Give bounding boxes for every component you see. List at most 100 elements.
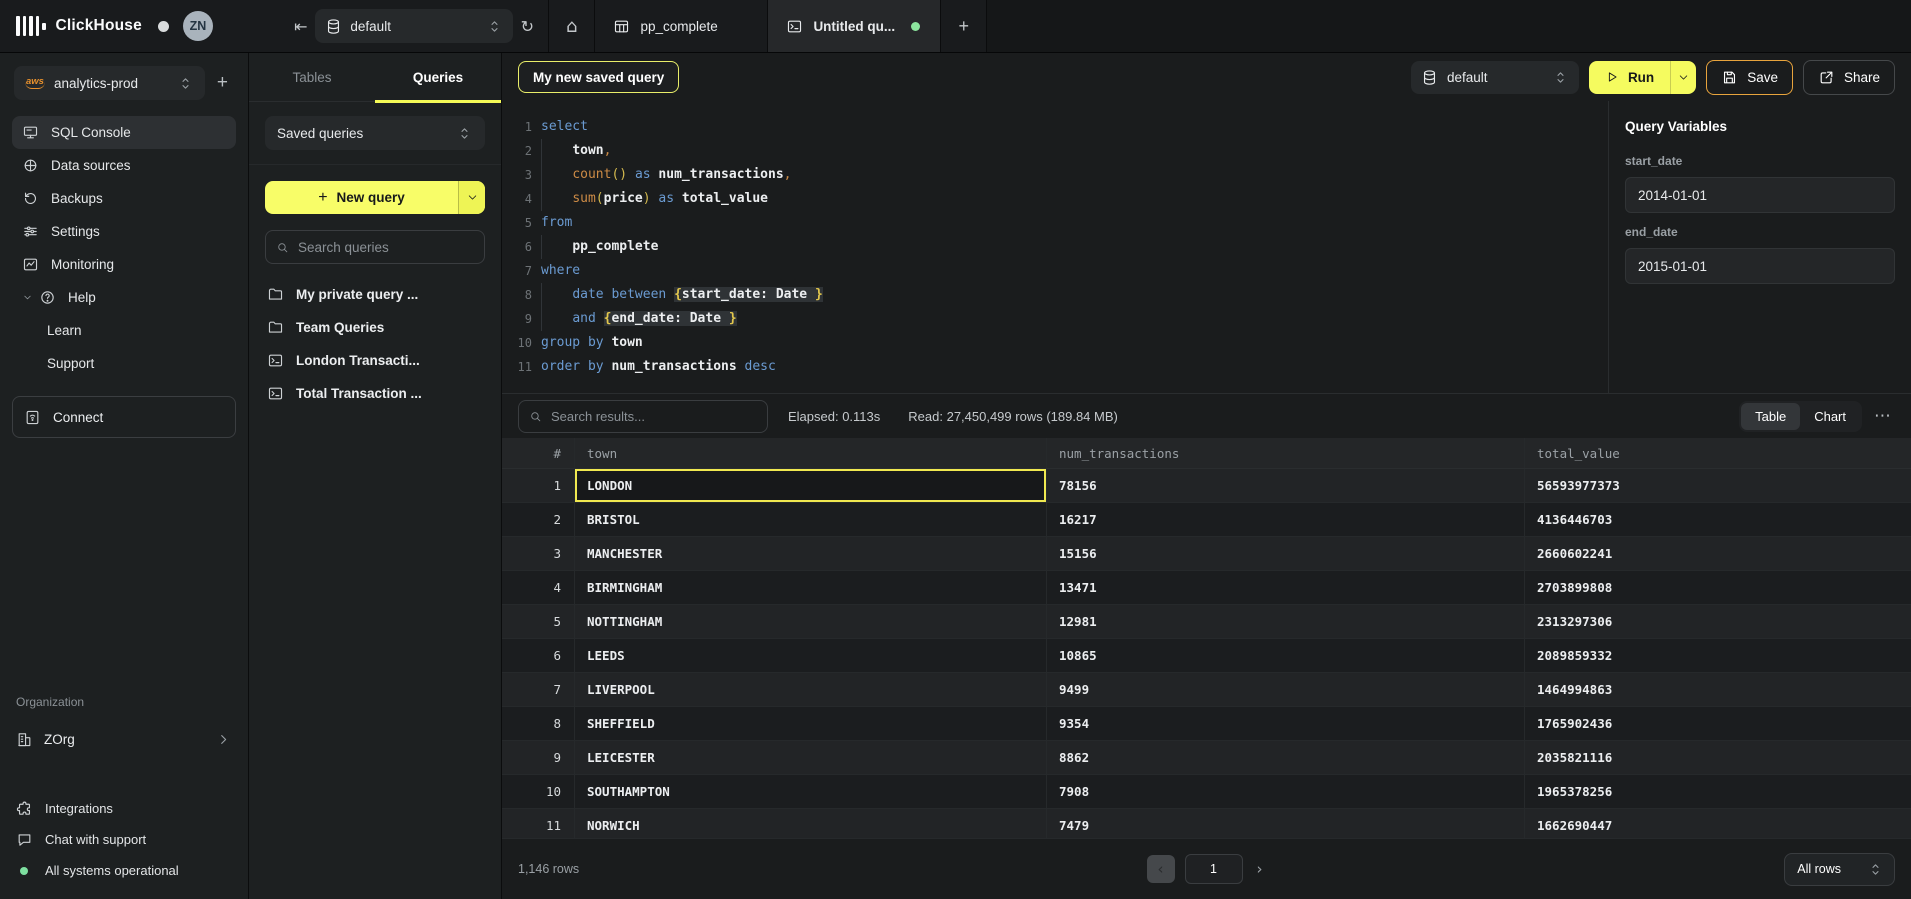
table-cell[interactable]: 8862 xyxy=(1046,741,1524,774)
table-cell[interactable]: LIVERPOOL xyxy=(574,673,1046,706)
sidebar-item-learn[interactable]: Learn xyxy=(12,314,236,347)
table-cell[interactable]: LEICESTER xyxy=(574,741,1046,774)
code-line-10[interactable]: 10group by town xyxy=(502,331,1608,355)
table-cell[interactable]: 9499 xyxy=(1046,673,1524,706)
sidebar-footer-chat-with-support[interactable]: Chat with support xyxy=(16,827,232,852)
row-number[interactable]: 4 xyxy=(502,571,574,604)
table-cell[interactable]: LONDON xyxy=(574,469,1046,502)
previous-page-button[interactable]: ‹ xyxy=(1147,855,1175,883)
tab-queries[interactable]: Queries xyxy=(375,53,501,101)
refresh-icon[interactable]: ↻ xyxy=(515,16,540,37)
sidebar-item-help[interactable]: Help xyxy=(12,281,236,314)
column-header-num-transactions[interactable]: num_transactions xyxy=(1046,438,1524,468)
table-cell[interactable]: 1765902436 xyxy=(1524,707,1911,740)
table-cell[interactable]: 10865 xyxy=(1046,639,1524,672)
row-number[interactable]: 11 xyxy=(502,809,574,838)
table-cell[interactable]: 12981 xyxy=(1046,605,1524,638)
code-line-1[interactable]: 1select xyxy=(502,115,1608,139)
table-cell[interactable]: 15156 xyxy=(1046,537,1524,570)
code-line-11[interactable]: 11order by num_transactions desc xyxy=(502,355,1608,379)
add-service-button[interactable]: + xyxy=(211,72,234,94)
table-cell[interactable]: 16217 xyxy=(1046,503,1524,536)
run-options-caret[interactable] xyxy=(1670,61,1696,94)
column-header-index[interactable]: # xyxy=(502,438,574,468)
run-button[interactable]: Run xyxy=(1589,61,1696,94)
sidebar-footer-all-systems-operational[interactable]: All systems operational xyxy=(16,858,232,883)
table-cell[interactable]: 78156 xyxy=(1046,469,1524,502)
query-list-item-team-queries[interactable]: Team Queries xyxy=(259,311,491,344)
table-cell[interactable]: MANCHESTER xyxy=(574,537,1046,570)
clickhouse-logo-icon[interactable] xyxy=(16,15,46,37)
code-line-6[interactable]: 6 pp_complete xyxy=(502,235,1608,259)
query-list-item-total-transaction[interactable]: Total Transaction ... xyxy=(259,377,491,410)
search-results-box[interactable] xyxy=(518,400,768,433)
row-number[interactable]: 10 xyxy=(502,775,574,808)
user-avatar[interactable]: ZN xyxy=(183,11,213,41)
table-cell[interactable]: 2660602241 xyxy=(1524,537,1911,570)
table-cell[interactable]: 2703899808 xyxy=(1524,571,1911,604)
home-button[interactable]: ⌂ xyxy=(549,0,594,52)
sidebar-item-support[interactable]: Support xyxy=(12,347,236,380)
view-chart-button[interactable]: Chart xyxy=(1800,403,1860,430)
code-line-2[interactable]: 2 town, xyxy=(502,139,1608,163)
sidebar-item-monitoring[interactable]: Monitoring xyxy=(12,248,236,281)
new-query-button[interactable]: + New query xyxy=(265,181,485,214)
query-list-item-my-private-query[interactable]: My private query ... xyxy=(259,278,491,311)
column-header-town[interactable]: town xyxy=(574,438,1046,468)
editor-database-select[interactable]: default xyxy=(1411,61,1579,94)
code-line-7[interactable]: 7where xyxy=(502,259,1608,283)
table-cell[interactable]: 4136446703 xyxy=(1524,503,1911,536)
code-line-9[interactable]: 9 and {end_date: Date } xyxy=(502,307,1608,331)
column-header-total-value[interactable]: total_value xyxy=(1524,438,1911,468)
row-number[interactable]: 9 xyxy=(502,741,574,774)
row-number[interactable]: 7 xyxy=(502,673,574,706)
saved-queries-select[interactable]: Saved queries xyxy=(265,116,485,150)
share-button[interactable]: Share xyxy=(1803,60,1895,95)
table-cell[interactable]: 56593977373 xyxy=(1524,469,1911,502)
code-line-4[interactable]: 4 sum(price) as total_value xyxy=(502,187,1608,211)
table-cell[interactable]: BIRMINGHAM xyxy=(574,571,1046,604)
query-list-item-london-transacti[interactable]: London Transacti... xyxy=(259,344,491,377)
table-cell[interactable]: 2089859332 xyxy=(1524,639,1911,672)
page-size-select[interactable]: All rows xyxy=(1784,853,1895,886)
sidebar-item-data-sources[interactable]: Data sources xyxy=(12,149,236,182)
tab-tables[interactable]: Tables xyxy=(249,53,375,101)
notification-dot[interactable] xyxy=(158,21,169,32)
table-cell[interactable]: 7479 xyxy=(1046,809,1524,838)
table-cell[interactable]: NOTTINGHAM xyxy=(574,605,1046,638)
start-date-field[interactable] xyxy=(1625,177,1895,213)
table-cell[interactable]: BRISTOL xyxy=(574,503,1046,536)
row-number[interactable]: 5 xyxy=(502,605,574,638)
more-options-button[interactable]: ⋯ xyxy=(1870,406,1895,426)
sidebar-item-settings[interactable]: Settings xyxy=(12,215,236,248)
table-cell[interactable]: 2313297306 xyxy=(1524,605,1911,638)
collapse-panel-icon[interactable]: ⇤ xyxy=(288,16,313,37)
row-number[interactable]: 8 xyxy=(502,707,574,740)
tab-untitled-query[interactable]: Untitled qu... xyxy=(767,0,940,52)
organization-switcher[interactable]: ZOrg xyxy=(16,724,232,754)
workspace-select[interactable]: aws analytics-prod xyxy=(14,66,205,100)
new-tab-button[interactable]: + xyxy=(940,0,986,52)
code-line-8[interactable]: 8 date between {start_date: Date } xyxy=(502,283,1608,307)
query-name-chip[interactable]: My new saved query xyxy=(518,61,679,93)
topbar-database-select[interactable]: default xyxy=(315,9,512,43)
next-page-button[interactable]: › xyxy=(1253,860,1267,878)
code-line-5[interactable]: 5from xyxy=(502,211,1608,235)
save-button[interactable]: Save xyxy=(1706,60,1793,95)
table-cell[interactable]: 1662690447 xyxy=(1524,809,1911,838)
table-cell[interactable]: NORWICH xyxy=(574,809,1046,838)
current-page[interactable]: 1 xyxy=(1185,854,1243,884)
table-cell[interactable]: SHEFFIELD xyxy=(574,707,1046,740)
search-queries-box[interactable] xyxy=(265,230,485,264)
end-date-field[interactable] xyxy=(1625,248,1895,284)
sidebar-item-backups[interactable]: Backups xyxy=(12,182,236,215)
table-cell[interactable]: 1464994863 xyxy=(1524,673,1911,706)
start-date-input[interactable] xyxy=(1638,188,1882,203)
search-queries-input[interactable] xyxy=(298,240,474,255)
table-cell[interactable]: 2035821116 xyxy=(1524,741,1911,774)
row-number[interactable]: 1 xyxy=(502,469,574,502)
table-cell[interactable]: 1965378256 xyxy=(1524,775,1911,808)
sidebar-footer-integrations[interactable]: Integrations xyxy=(16,796,232,821)
table-cell[interactable]: LEEDS xyxy=(574,639,1046,672)
row-number[interactable]: 2 xyxy=(502,503,574,536)
